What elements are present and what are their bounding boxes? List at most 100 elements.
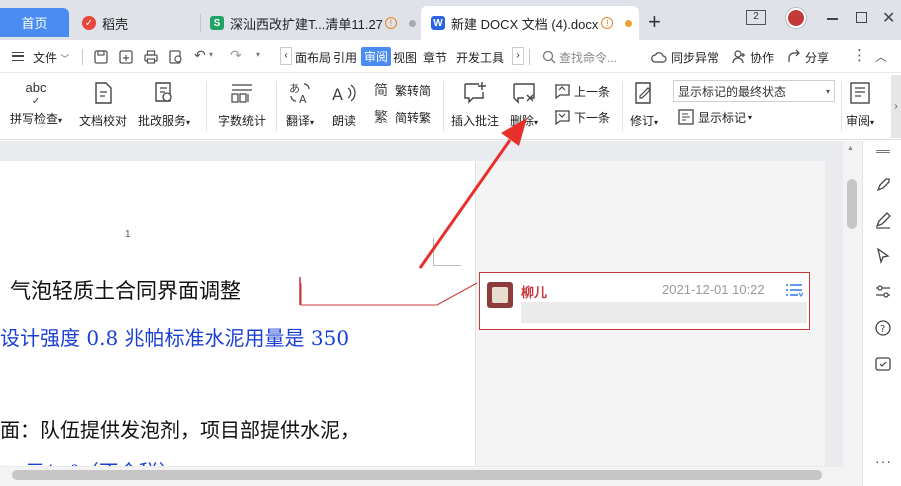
share-button[interactable]: 分享 <box>805 49 829 66</box>
minimize-icon[interactable] <box>827 18 838 20</box>
menu-bar: 文件 ﹀ ↶ ▾ ↷ ▾ ‹ 面布局 引用 审阅 视图 章节 开发工具 › 查找… <box>0 40 901 73</box>
vertical-scrollbar[interactable]: ▲ <box>843 141 862 471</box>
read-aloud-button[interactable]: A 朗读 <box>331 80 357 129</box>
tab-doc[interactable]: W 新建 DOCX 文档 (4).docx ! <box>421 6 639 40</box>
tab-sheet[interactable]: S 深汕西改扩建T...清单11.27 ! <box>200 6 420 40</box>
hamburger-icon[interactable] <box>12 52 24 61</box>
right-rail: ? ··· <box>862 141 901 486</box>
svg-text:?: ? <box>880 324 885 335</box>
markup-state-value: 显示标记的最终状态 <box>678 84 787 99</box>
horizontal-scrollbar[interactable] <box>0 467 862 486</box>
tab-references[interactable]: 引用 <box>333 49 357 66</box>
share-icon <box>788 49 800 62</box>
svg-text:A: A <box>332 85 343 104</box>
scroll-thumb[interactable] <box>847 179 857 229</box>
revise-service-icon <box>155 82 172 102</box>
word-count-button[interactable]: 字数统计 <box>218 80 266 129</box>
new-tab-button[interactable]: + <box>648 9 661 35</box>
revise-service-button[interactable]: 批改服务▾ <box>138 80 190 129</box>
save-icon[interactable] <box>93 49 109 65</box>
collaborate-icon <box>732 50 745 64</box>
print-icon[interactable] <box>143 49 159 65</box>
review-pane-button[interactable]: 审阅▾ <box>846 80 874 129</box>
comment-author: 柳儿 <box>521 285 548 300</box>
export-icon[interactable] <box>118 49 134 65</box>
search-input[interactable]: 查找命令... <box>559 49 617 66</box>
doc-line-4: 元/m³（不含税） <box>0 456 179 466</box>
chevron-down-icon: ▾ <box>825 86 830 96</box>
comment-pane: 柳儿 2021-12-01 10:22 <box>475 161 825 466</box>
spell-check-button[interactable]: abc ✓ 拼写检查▾ <box>10 80 62 127</box>
document-page[interactable]: 1 气泡轻质土合同界面调整 设计强度 0.8 兆帕标准水泥用量是 350 面：队… <box>0 161 475 466</box>
chevron-down-icon[interactable]: ▾ <box>256 50 260 59</box>
tab-docer[interactable]: ✓ 稻壳 <box>72 6 200 40</box>
avatar[interactable] <box>786 8 806 28</box>
track-changes-button[interactable]: 修订▾ <box>630 80 658 129</box>
maximize-icon[interactable] <box>856 12 867 23</box>
tab-docer-label: 稻壳 <box>102 16 129 32</box>
rocket-icon[interactable] <box>874 176 892 194</box>
prev-comment-button[interactable]: 上一条 <box>553 82 610 100</box>
warning-icon: ! <box>384 17 397 29</box>
collapse-ribbon-icon[interactable]: ︿ <box>875 48 887 65</box>
prev-comment-label: 上一条 <box>574 84 611 99</box>
file-menu[interactable]: 文件 ﹀ <box>33 49 69 66</box>
comment-menu-icon[interactable] <box>784 281 804 299</box>
help-icon[interactable]: ? <box>874 319 892 337</box>
markup-state-select[interactable]: 显示标记的最终状态 ▾ <box>673 80 835 102</box>
more-icon[interactable]: ⋮ <box>852 46 867 64</box>
simp-to-trad-button[interactable]: 繁 简转繁 <box>374 108 431 126</box>
tab-developer[interactable]: 开发工具 <box>456 49 504 66</box>
translate-icon: あA <box>289 82 310 106</box>
cursor-icon[interactable] <box>874 247 892 265</box>
tab-home[interactable]: 首页 <box>0 8 69 37</box>
trad-to-simp-button[interactable]: 简 繁转简 <box>374 81 431 99</box>
more-options-icon[interactable]: ··· <box>875 453 892 469</box>
tab-section[interactable]: 章节 <box>423 49 447 66</box>
delete-comment-icon <box>513 83 535 104</box>
show-markup-button[interactable]: 显示标记 ▾ <box>677 108 752 126</box>
tab-home-label: 首页 <box>21 16 48 31</box>
tab-review[interactable]: 审阅 <box>361 47 392 66</box>
delete-comment-button[interactable]: 删除▾ <box>510 80 538 129</box>
read-aloud-label: 朗读 <box>331 114 356 128</box>
scroll-right-icon[interactable]: › <box>512 47 524 65</box>
warning-icon: ! <box>601 17 614 29</box>
tab-layout[interactable]: 面布局 <box>295 49 331 66</box>
comment-time: 2021-12-01 10:22 <box>662 282 765 297</box>
tab-view[interactable]: 视图 <box>393 49 417 66</box>
insert-comment-button[interactable]: 插入批注 <box>451 80 499 129</box>
document-area: 1 气泡轻质土合同界面调整 设计强度 0.8 兆帕标准水泥用量是 350 面：队… <box>0 141 862 486</box>
unsaved-dot-icon[interactable] <box>625 19 633 27</box>
comment-card[interactable]: 柳儿 2021-12-01 10:22 <box>479 272 810 330</box>
close-dot-icon[interactable] <box>408 19 416 27</box>
chevron-down-icon[interactable]: ▾ <box>209 50 213 59</box>
window-count-badge[interactable]: 2 <box>746 10 766 25</box>
undo-icon[interactable]: ↶ <box>194 47 206 64</box>
doc-line-3: 面：队伍提供发泡剂，项目部提供水泥， <box>0 418 360 442</box>
drag-handle-icon[interactable] <box>876 150 890 153</box>
next-comment-button[interactable]: 下一条 <box>553 108 610 126</box>
svg-text:繁: 繁 <box>374 110 388 126</box>
review-pane-icon <box>850 82 870 104</box>
doc-proofread-button[interactable]: 文档校对 <box>79 80 127 129</box>
sync-status-button[interactable]: 同步异常 <box>671 49 719 66</box>
print-preview-icon[interactable] <box>168 49 184 65</box>
comment-input[interactable] <box>521 302 807 323</box>
translate-button[interactable]: あA 翻译▾ <box>286 80 314 129</box>
next-comment-icon <box>555 110 570 126</box>
page-number: 1 <box>125 229 131 240</box>
settings-sliders-icon[interactable] <box>874 283 892 301</box>
trad-to-simp-icon: 简 <box>374 82 388 99</box>
spell-check-label: 拼写检查 <box>10 112 59 126</box>
scroll-up-icon[interactable]: ▲ <box>847 145 854 152</box>
scroll-left-icon[interactable]: ‹ <box>280 47 292 65</box>
redo-icon[interactable]: ↷ <box>230 47 242 64</box>
h-scroll-thumb[interactable] <box>12 470 822 480</box>
ribbon-scroll-right-icon[interactable]: › <box>891 75 901 138</box>
pen-icon[interactable] <box>874 211 892 229</box>
tab-bar: 首页 ✓ 稻壳 S 深汕西改扩建T...清单11.27 ! W 新建 DOCX … <box>0 0 901 40</box>
backup-icon[interactable] <box>874 355 892 373</box>
collaborate-button[interactable]: 协作 <box>750 49 774 66</box>
close-icon[interactable]: ✕ <box>882 8 895 28</box>
